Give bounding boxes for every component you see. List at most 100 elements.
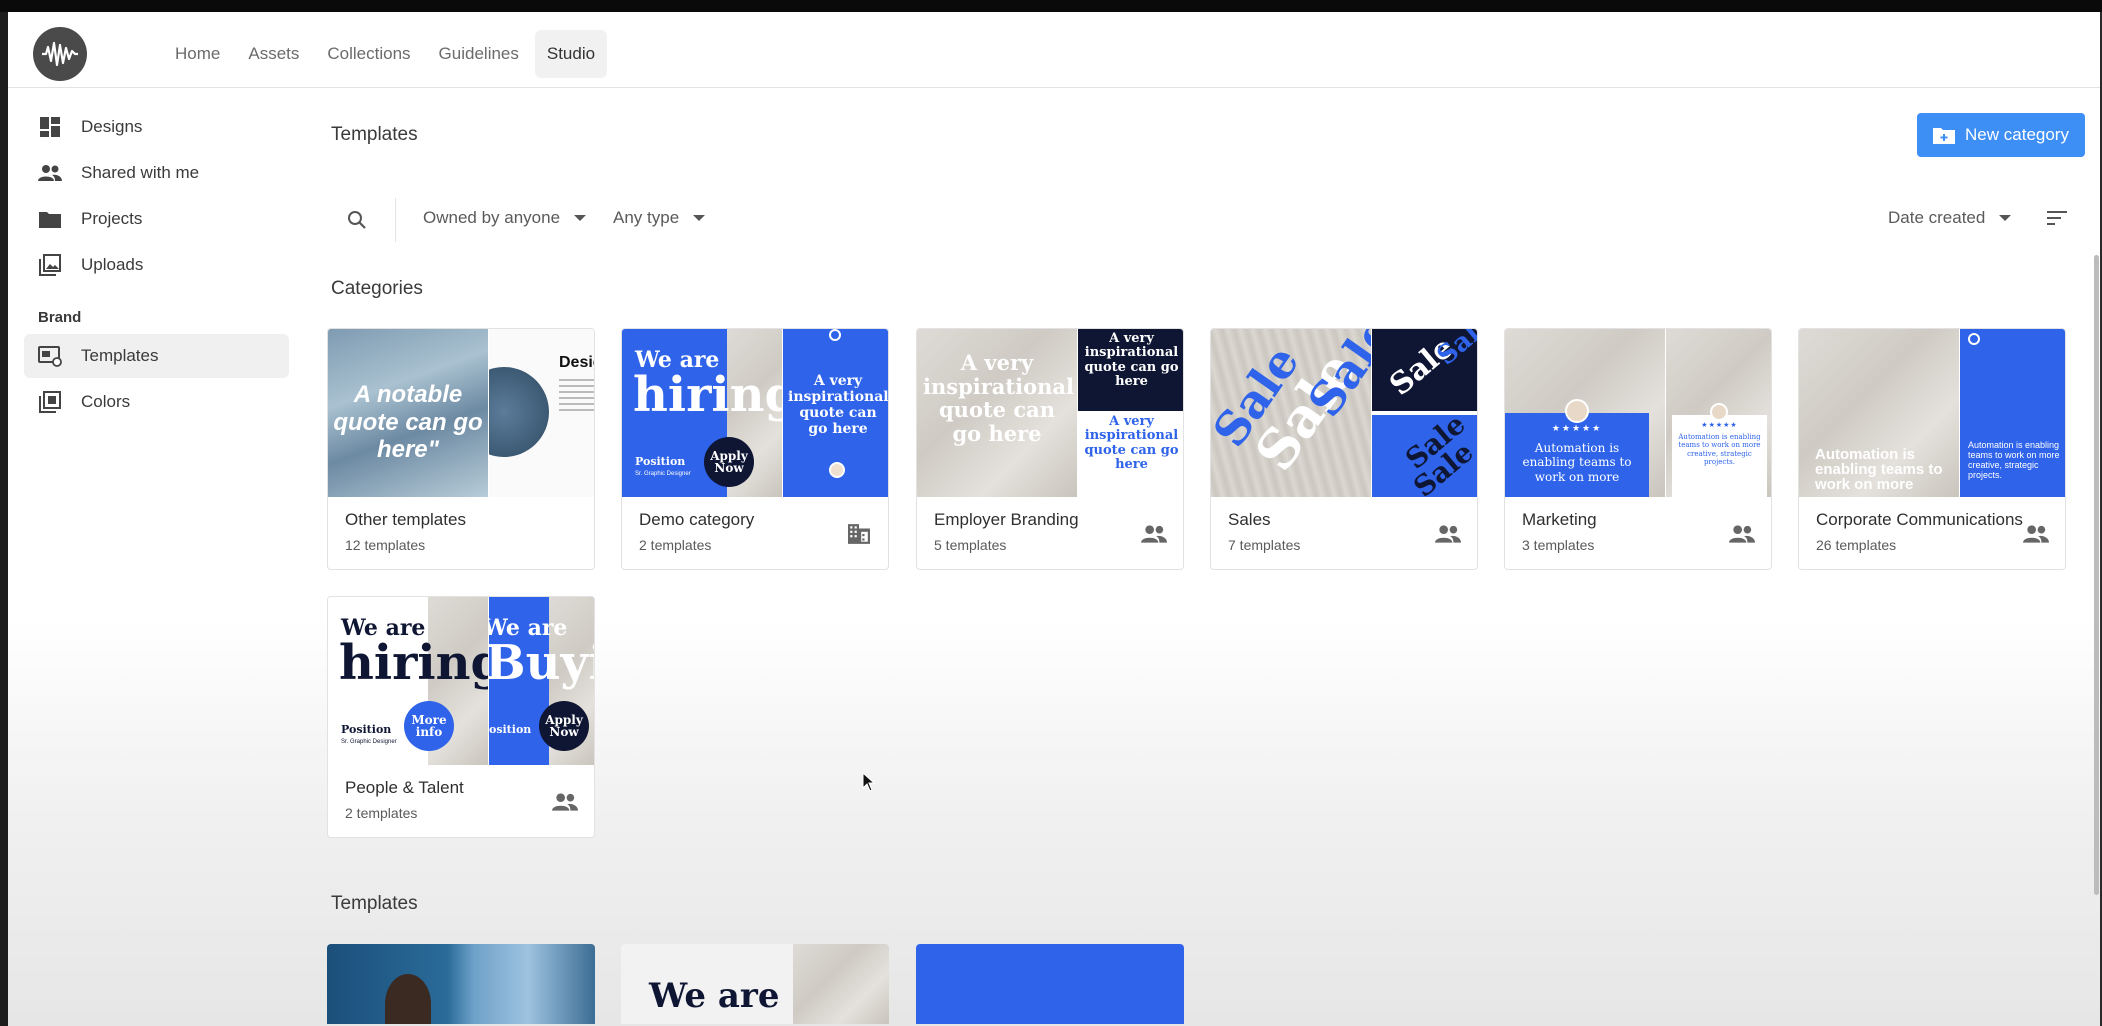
category-card-people-talent[interactable]: We are hiring Position Sr. Graphic Desig… [327, 596, 595, 838]
role-text: Sr. Graphic Designer [341, 739, 397, 745]
card-title: Demo category [639, 510, 755, 529]
card-title: Marketing [1522, 510, 1597, 529]
buying-text: Buyi [489, 635, 594, 691]
we-are-text: We are [649, 976, 780, 1016]
templates-icon [38, 344, 62, 368]
sort-value: Date created [1888, 208, 1986, 227]
owner-filter-dropdown[interactable]: Owned by anyone [423, 208, 587, 228]
quote-text: A very inspirational quote can go here [1084, 331, 1179, 389]
card-count: 3 templates [1522, 537, 1595, 553]
sidebar-item-label: Templates [81, 346, 159, 365]
window-left-edge [0, 12, 8, 1026]
category-card-marketing[interactable]: ★★★★★ Automation is enabling teams to wo… [1504, 328, 1772, 570]
category-card-demo-category[interactable]: We are hiring Position Sr. Graphic Desig… [621, 328, 889, 570]
caret-down-icon [574, 215, 587, 221]
scrollbar[interactable] [2094, 255, 2099, 895]
apply-now-badge: Apply Now [704, 437, 754, 487]
caret-down-icon [1999, 215, 2012, 221]
new-category-label: New category [1965, 125, 2069, 144]
nav-studio[interactable]: Studio [534, 30, 608, 78]
business-icon [848, 524, 870, 544]
apply-now-badge: Apply Now [539, 701, 589, 751]
category-card-sales[interactable]: Sale Sale Sale Sale Sale Sale Sale Sales… [1210, 328, 1478, 570]
quote-text: A very inspirational quote can go here [923, 350, 1074, 446]
circle-logo-icon [829, 329, 841, 341]
card-title: Other templates [345, 510, 466, 529]
card-title: Sales [1228, 510, 1271, 529]
people-icon [38, 161, 62, 185]
sidebar-item-projects[interactable]: Projects [24, 197, 289, 241]
nav-guidelines[interactable]: Guidelines [427, 30, 531, 78]
card-thumbnail: We are hiring Position Sr. Graphic Desig… [622, 329, 888, 497]
sidebar-item-label: Designs [81, 117, 143, 136]
card-thumbnail: Sale Sale Sale Sale Sale Sale Sale [1211, 329, 1477, 497]
template-card[interactable]: We are [621, 944, 889, 1024]
nav-assets[interactable]: Assets [236, 30, 311, 78]
more-info-badge: More info [404, 701, 454, 751]
card-count: 26 templates [1816, 537, 1897, 553]
nav-home[interactable]: Home [163, 30, 232, 78]
sidebar-item-label: Projects [81, 209, 143, 228]
automation-text: Automation is enabling teams to work on … [1968, 440, 2060, 480]
owner-filter-value: Owned by anyone [423, 208, 561, 227]
automation-text: Automation is enabling teams to work on … [1522, 441, 1632, 484]
sidebar: Designs Shared with me Projects Uploads … [24, 105, 289, 426]
people-icon [1141, 525, 1167, 543]
type-filter-value: Any type [613, 208, 680, 227]
sidebar-item-templates[interactable]: Templates [24, 334, 289, 378]
filter-bar: Owned by anyone Any type Date created [327, 194, 2087, 246]
quote-text: A notable quote can go here" [333, 381, 483, 464]
brand-logo[interactable] [33, 27, 87, 81]
avatar [1565, 399, 1589, 423]
card-thumbnail: A very inspirational quote can go here A… [917, 329, 1183, 497]
sort-order-button[interactable] [2045, 206, 2073, 234]
card-count: 5 templates [934, 537, 1007, 553]
search-button[interactable] [341, 204, 373, 236]
template-card[interactable] [916, 944, 1184, 1024]
automation-text: Automation is enabling teams to work on … [1815, 446, 1943, 493]
sidebar-item-label: Shared with me [81, 163, 200, 182]
card-count: 2 templates [345, 805, 418, 821]
main-nav: Home Assets Collections Guidelines Studi… [163, 30, 608, 78]
sidebar-item-uploads[interactable]: Uploads [24, 243, 289, 287]
card-count: 7 templates [1228, 537, 1301, 553]
new-category-button[interactable]: New category [1917, 113, 2085, 157]
card-count: 2 templates [639, 537, 712, 553]
card-thumbnail: Automation is enabling teams to work on … [1799, 329, 2065, 497]
stars-rating: ★★★★★ [1701, 422, 1738, 429]
quote-text: A very inspirational quote can go here [1084, 414, 1179, 472]
role-text: Sr. Graphic Designer [635, 471, 691, 477]
position-text: Position [341, 723, 392, 736]
type-filter-dropdown[interactable]: Any type [613, 208, 706, 228]
hiring-text: hiring [633, 367, 782, 423]
design-heading: Desig [559, 354, 594, 371]
waveform-logo-icon [42, 41, 78, 67]
mouse-cursor-icon [862, 772, 876, 792]
card-thumbnail: A notable quote can go here" Desig [328, 329, 594, 497]
avatar [829, 462, 845, 478]
design-circle-image [489, 367, 549, 457]
nav-collections[interactable]: Collections [315, 30, 422, 78]
sort-dropdown[interactable]: Date created [1888, 208, 2012, 228]
category-card-corporate-communications[interactable]: Automation is enabling teams to work on … [1798, 328, 2066, 570]
palette-icon [38, 390, 62, 414]
card-title: Employer Branding [934, 510, 1079, 529]
card-title: People & Talent [345, 778, 464, 797]
avatar [1710, 403, 1728, 421]
window-top-bar [0, 0, 2102, 12]
category-card-employer-branding[interactable]: A very inspirational quote can go here A… [916, 328, 1184, 570]
card-count: 12 templates [345, 537, 426, 553]
sidebar-item-colors[interactable]: Colors [24, 380, 289, 424]
categories-title: Categories [331, 278, 423, 299]
dashboard-icon [38, 115, 62, 139]
automation-text: Automation is enabling teams to work on … [1678, 433, 1761, 467]
circle-logo-icon [1968, 333, 1980, 345]
template-card[interactable] [327, 944, 595, 1024]
create-folder-icon [1933, 128, 1956, 144]
sidebar-item-designs[interactable]: Designs [24, 105, 289, 149]
sidebar-item-label: Uploads [81, 255, 144, 274]
category-card-other-templates[interactable]: A notable quote can go here" Desig Other… [327, 328, 595, 570]
sidebar-item-shared[interactable]: Shared with me [24, 151, 289, 195]
sort-icon [2047, 211, 2067, 225]
stars-rating: ★★★★★ [1551, 423, 1603, 433]
